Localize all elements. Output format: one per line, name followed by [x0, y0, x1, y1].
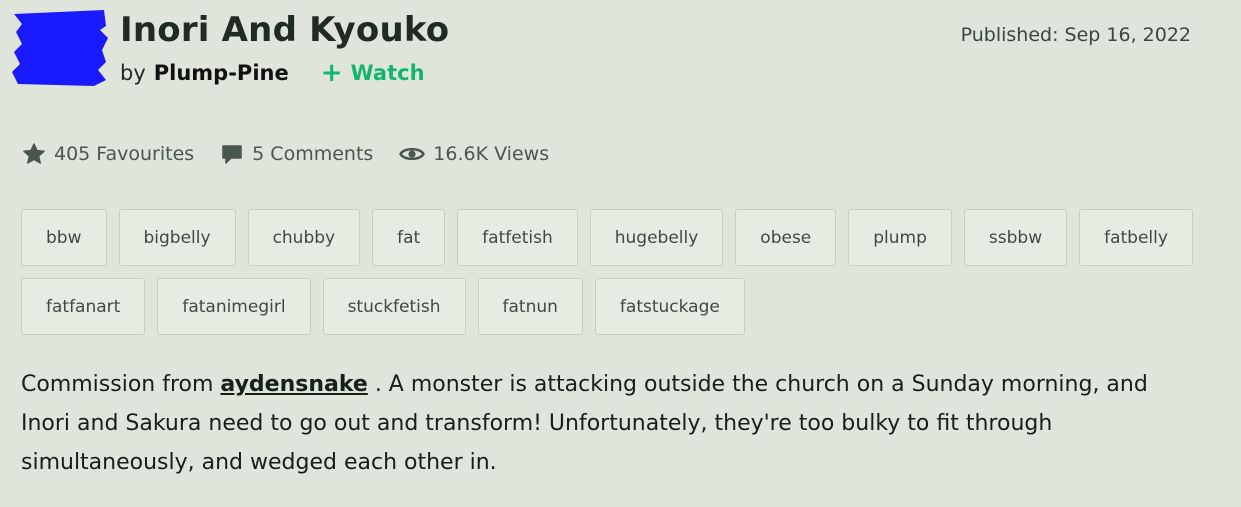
comment-icon [222, 145, 242, 164]
plus-icon: + [320, 58, 343, 88]
views-stat: 16.6K Views [399, 142, 549, 166]
tag-obese[interactable]: obese [735, 209, 837, 266]
tag-fatanimegirl[interactable]: fatanimegirl [157, 278, 311, 335]
published-date: Published: Sep 16, 2022 [960, 24, 1191, 46]
page-title: Inori And Kyouko [120, 10, 450, 50]
watch-button[interactable]: + Watch [321, 60, 425, 86]
comments-count: 5 Comments [252, 143, 374, 165]
tag-fat[interactable]: fat [372, 209, 446, 266]
tag-plump[interactable]: plump [848, 209, 952, 266]
stats-bar: 405 Favourites 5 Comments 16.6K Views [22, 142, 575, 166]
avatar-redacted[interactable] [10, 8, 108, 88]
comments-stat[interactable]: 5 Comments [220, 142, 373, 166]
tag-fatnun[interactable]: fatnun [477, 278, 583, 335]
favourites-stat[interactable]: 405 Favourites [22, 142, 194, 166]
tag-bigbelly[interactable]: bigbelly [118, 209, 236, 266]
description: Commission from aydensnake . A monster i… [21, 365, 1201, 482]
tag-list: bbw bigbelly chubby fat fatfetish hugebe… [21, 209, 1201, 347]
by-label: by [120, 61, 146, 85]
watch-label: Watch [350, 61, 425, 85]
tag-fatstuckage[interactable]: fatstuckage [594, 278, 745, 335]
tag-stuckfetish[interactable]: stuckfetish [322, 278, 466, 335]
byline: by Plump-Pine + Watch [120, 60, 425, 86]
tag-row: bbw bigbelly chubby fat fatfetish hugebe… [21, 209, 1201, 266]
tag-bbw[interactable]: bbw [21, 209, 107, 266]
tag-fatfanart[interactable]: fatfanart [21, 278, 146, 335]
commissioner-link[interactable]: aydensnake [220, 372, 367, 397]
author-link[interactable]: Plump-Pine [154, 61, 289, 85]
tag-chubby[interactable]: chubby [247, 209, 361, 266]
tag-row: fatfanart fatanimegirl stuckfetish fatnu… [21, 278, 1201, 335]
eye-icon [399, 147, 426, 161]
star-icon [23, 143, 45, 164]
tag-fatbelly[interactable]: fatbelly [1079, 209, 1193, 266]
tag-fatfetish[interactable]: fatfetish [457, 209, 578, 266]
views-count: 16.6K Views [433, 143, 550, 165]
favourites-count: 405 Favourites [54, 143, 195, 165]
tag-hugebelly[interactable]: hugebelly [589, 209, 724, 266]
tag-ssbbw[interactable]: ssbbw [963, 209, 1068, 266]
description-prefix: Commission from [21, 372, 221, 397]
